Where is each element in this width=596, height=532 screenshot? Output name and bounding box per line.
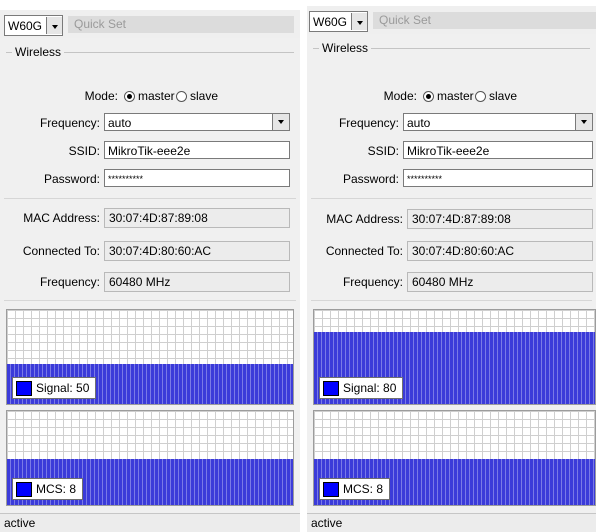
dropdown-arrow-icon[interactable] [575, 114, 592, 130]
quick-set-title: Quick Set [373, 12, 596, 29]
ssid-label: SSID: [68, 144, 100, 158]
connected-value: 30:07:4D:80:60:AC [104, 241, 290, 261]
separator [311, 198, 592, 199]
dropdown-arrow-icon[interactable] [46, 17, 63, 34]
frequency-select[interactable]: auto [104, 113, 290, 131]
mcs-graph: MCS: 8 [6, 410, 294, 506]
ssid-input[interactable]: MikroTik-eee2e [403, 141, 593, 159]
freq2-label: Frequency: [39, 275, 100, 289]
frequency-select[interactable]: auto [403, 113, 593, 131]
frequency-label: Frequency: [338, 116, 399, 130]
freq2-row: Frequency: 60480 MHz [307, 272, 596, 292]
mcs-label: MCS: [36, 482, 66, 496]
radio-selected-icon [423, 90, 434, 102]
mcs-swatch-icon [323, 481, 339, 497]
mode-master-label: master [437, 89, 474, 103]
mode-row: Mode: master slave [0, 86, 300, 106]
device-select-value: W60G [8, 18, 43, 33]
ssid-row: SSID: MikroTik-eee2e [307, 141, 596, 161]
frequency-label: Frequency: [39, 116, 100, 130]
password-label: Password: [342, 172, 399, 186]
connected-value: 30:07:4D:80:60:AC [407, 241, 593, 261]
wireless-group-title: Wireless [319, 41, 372, 55]
frequency-select-value: auto [407, 116, 431, 130]
separator [311, 300, 592, 301]
mac-value: 30:07:4D:87:89:08 [407, 209, 593, 229]
device-select-value: W60G [313, 14, 348, 29]
mcs-legend: MCS: 8 [319, 478, 391, 500]
quick-set-panel-left: W60G Quick Set Wireless Mode: master sla… [0, 10, 300, 532]
radio-unselected-icon [176, 90, 187, 102]
wireless-group-title: Wireless [12, 45, 65, 59]
mode-slave-label: slave [190, 89, 219, 103]
mode-label: Mode: [383, 89, 417, 103]
top-bar: W60G Quick Set [0, 10, 300, 38]
mcs-legend: MCS: 8 [12, 478, 84, 500]
mode-slave-radio[interactable]: slave [176, 86, 218, 106]
mode-master-radio[interactable]: master [423, 86, 474, 106]
password-input[interactable]: ********** [104, 169, 290, 187]
freq2-value: 60480 MHz [407, 272, 593, 292]
signal-value: 80 [383, 381, 397, 395]
mode-master-label: master [138, 89, 175, 103]
freq2-label: Frequency: [342, 275, 403, 289]
quick-set-panel-right: W60G Quick Set Wireless Mode: master sla… [307, 6, 596, 532]
mac-label: MAC Address: [326, 212, 403, 226]
password-row: Password: ********** [0, 169, 300, 189]
mcs-label: MCS: [343, 482, 373, 496]
device-select[interactable]: W60G [4, 15, 64, 36]
signal-value: 50 [76, 381, 90, 395]
frequency-select-value: auto [108, 116, 132, 130]
status-bar: active [0, 513, 300, 532]
freq2-value: 60480 MHz [104, 272, 290, 292]
status-bar: active [307, 513, 596, 532]
dropdown-arrow-icon[interactable] [351, 13, 368, 30]
ssid-label: SSID: [367, 144, 399, 158]
mac-row: MAC Address: 30:07:4D:87:89:08 [0, 208, 300, 228]
signal-legend: Signal: 80 [319, 377, 404, 399]
dropdown-arrow-icon[interactable] [272, 114, 289, 130]
mode-slave-radio[interactable]: slave [475, 86, 517, 106]
mcs-value: 8 [376, 482, 384, 496]
mode-slave-label: slave [489, 89, 518, 103]
mcs-swatch-icon [16, 481, 32, 497]
signal-legend: Signal: 50 [12, 377, 97, 399]
separator [4, 300, 296, 301]
mac-value: 30:07:4D:87:89:08 [104, 208, 290, 228]
password-input[interactable]: ********** [403, 169, 593, 187]
mode-label: Mode: [84, 89, 118, 103]
mac-row: MAC Address: 30:07:4D:87:89:08 [307, 209, 596, 229]
top-bar: W60G Quick Set [307, 6, 596, 34]
password-label: Password: [43, 172, 100, 186]
connected-row: Connected To: 30:07:4D:80:60:AC [0, 241, 300, 261]
signal-graph: Signal: 50 [6, 309, 294, 405]
signal-label: Signal: [36, 381, 73, 395]
device-select[interactable]: W60G [309, 11, 369, 32]
mcs-value: 8 [69, 482, 77, 496]
connected-label: Connected To: [22, 244, 100, 258]
radio-unselected-icon [475, 90, 486, 102]
radio-selected-icon [124, 90, 135, 102]
signal-swatch-icon [323, 380, 339, 396]
separator [4, 198, 296, 199]
freq2-row: Frequency: 60480 MHz [0, 272, 300, 292]
signal-label: Signal: [343, 381, 380, 395]
mac-label: MAC Address: [23, 211, 100, 225]
signal-swatch-icon [16, 380, 32, 396]
ssid-row: SSID: MikroTik-eee2e [0, 141, 300, 161]
mode-master-radio[interactable]: master [124, 86, 175, 106]
connected-row: Connected To: 30:07:4D:80:60:AC [307, 241, 596, 261]
connected-label: Connected To: [325, 244, 403, 258]
mode-row: Mode: master slave [307, 86, 596, 106]
frequency-row: Frequency: auto [0, 113, 300, 133]
ssid-input[interactable]: MikroTik-eee2e [104, 141, 290, 159]
mcs-graph: MCS: 8 [313, 410, 596, 506]
signal-graph: Signal: 80 [313, 309, 596, 405]
frequency-row: Frequency: auto [307, 113, 596, 133]
quick-set-title: Quick Set [68, 16, 294, 33]
password-row: Password: ********** [307, 169, 596, 189]
